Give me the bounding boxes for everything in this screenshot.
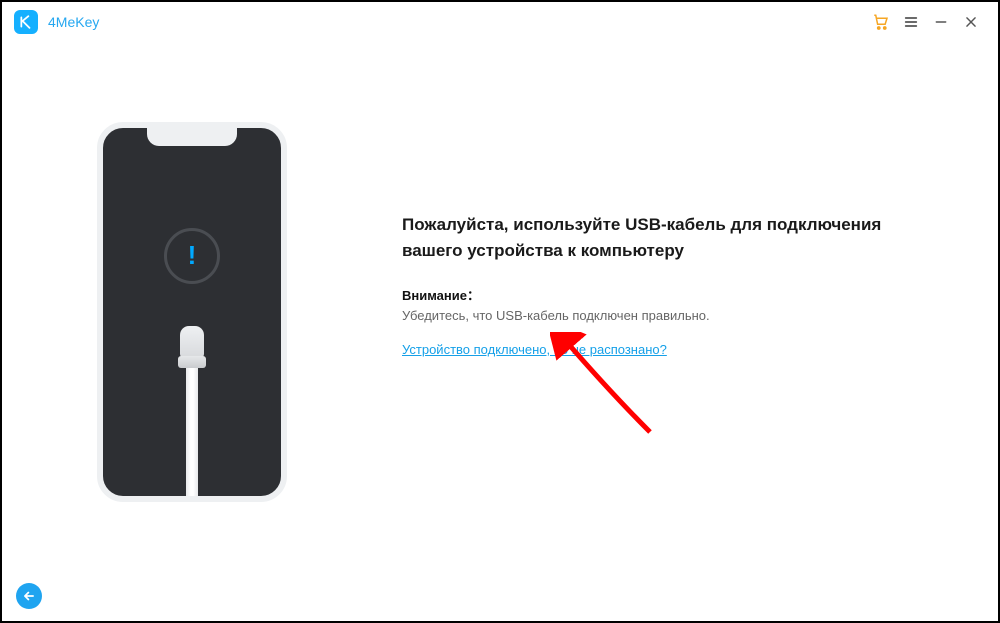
app-logo-icon [14,10,38,34]
usb-connector-icon [175,326,209,386]
cart-icon[interactable] [866,7,896,37]
note-label: Внимание： [402,285,938,304]
phone-frame: ! [97,122,287,502]
menu-icon[interactable] [896,7,926,37]
phone-notch [147,128,237,146]
instruction-panel: Пожалуйста, используйте USB-кабель для п… [382,42,998,581]
alert-icon: ! [164,228,220,284]
note-text: Убедитесь, что USB-кабель подключен прав… [402,308,938,323]
main-content: ! Пожалуйста, используйте USB-кабель для… [2,42,998,581]
back-button[interactable] [16,583,42,609]
app-title: 4MeKey [48,14,99,30]
close-icon[interactable] [956,7,986,37]
help-link[interactable]: Устройство подключено, но не распознано? [402,342,667,357]
device-illustration: ! [2,42,382,581]
minimize-icon[interactable] [926,7,956,37]
titlebar: 4MeKey [2,2,998,42]
instruction-heading: Пожалуйста, используйте USB-кабель для п… [402,212,938,263]
